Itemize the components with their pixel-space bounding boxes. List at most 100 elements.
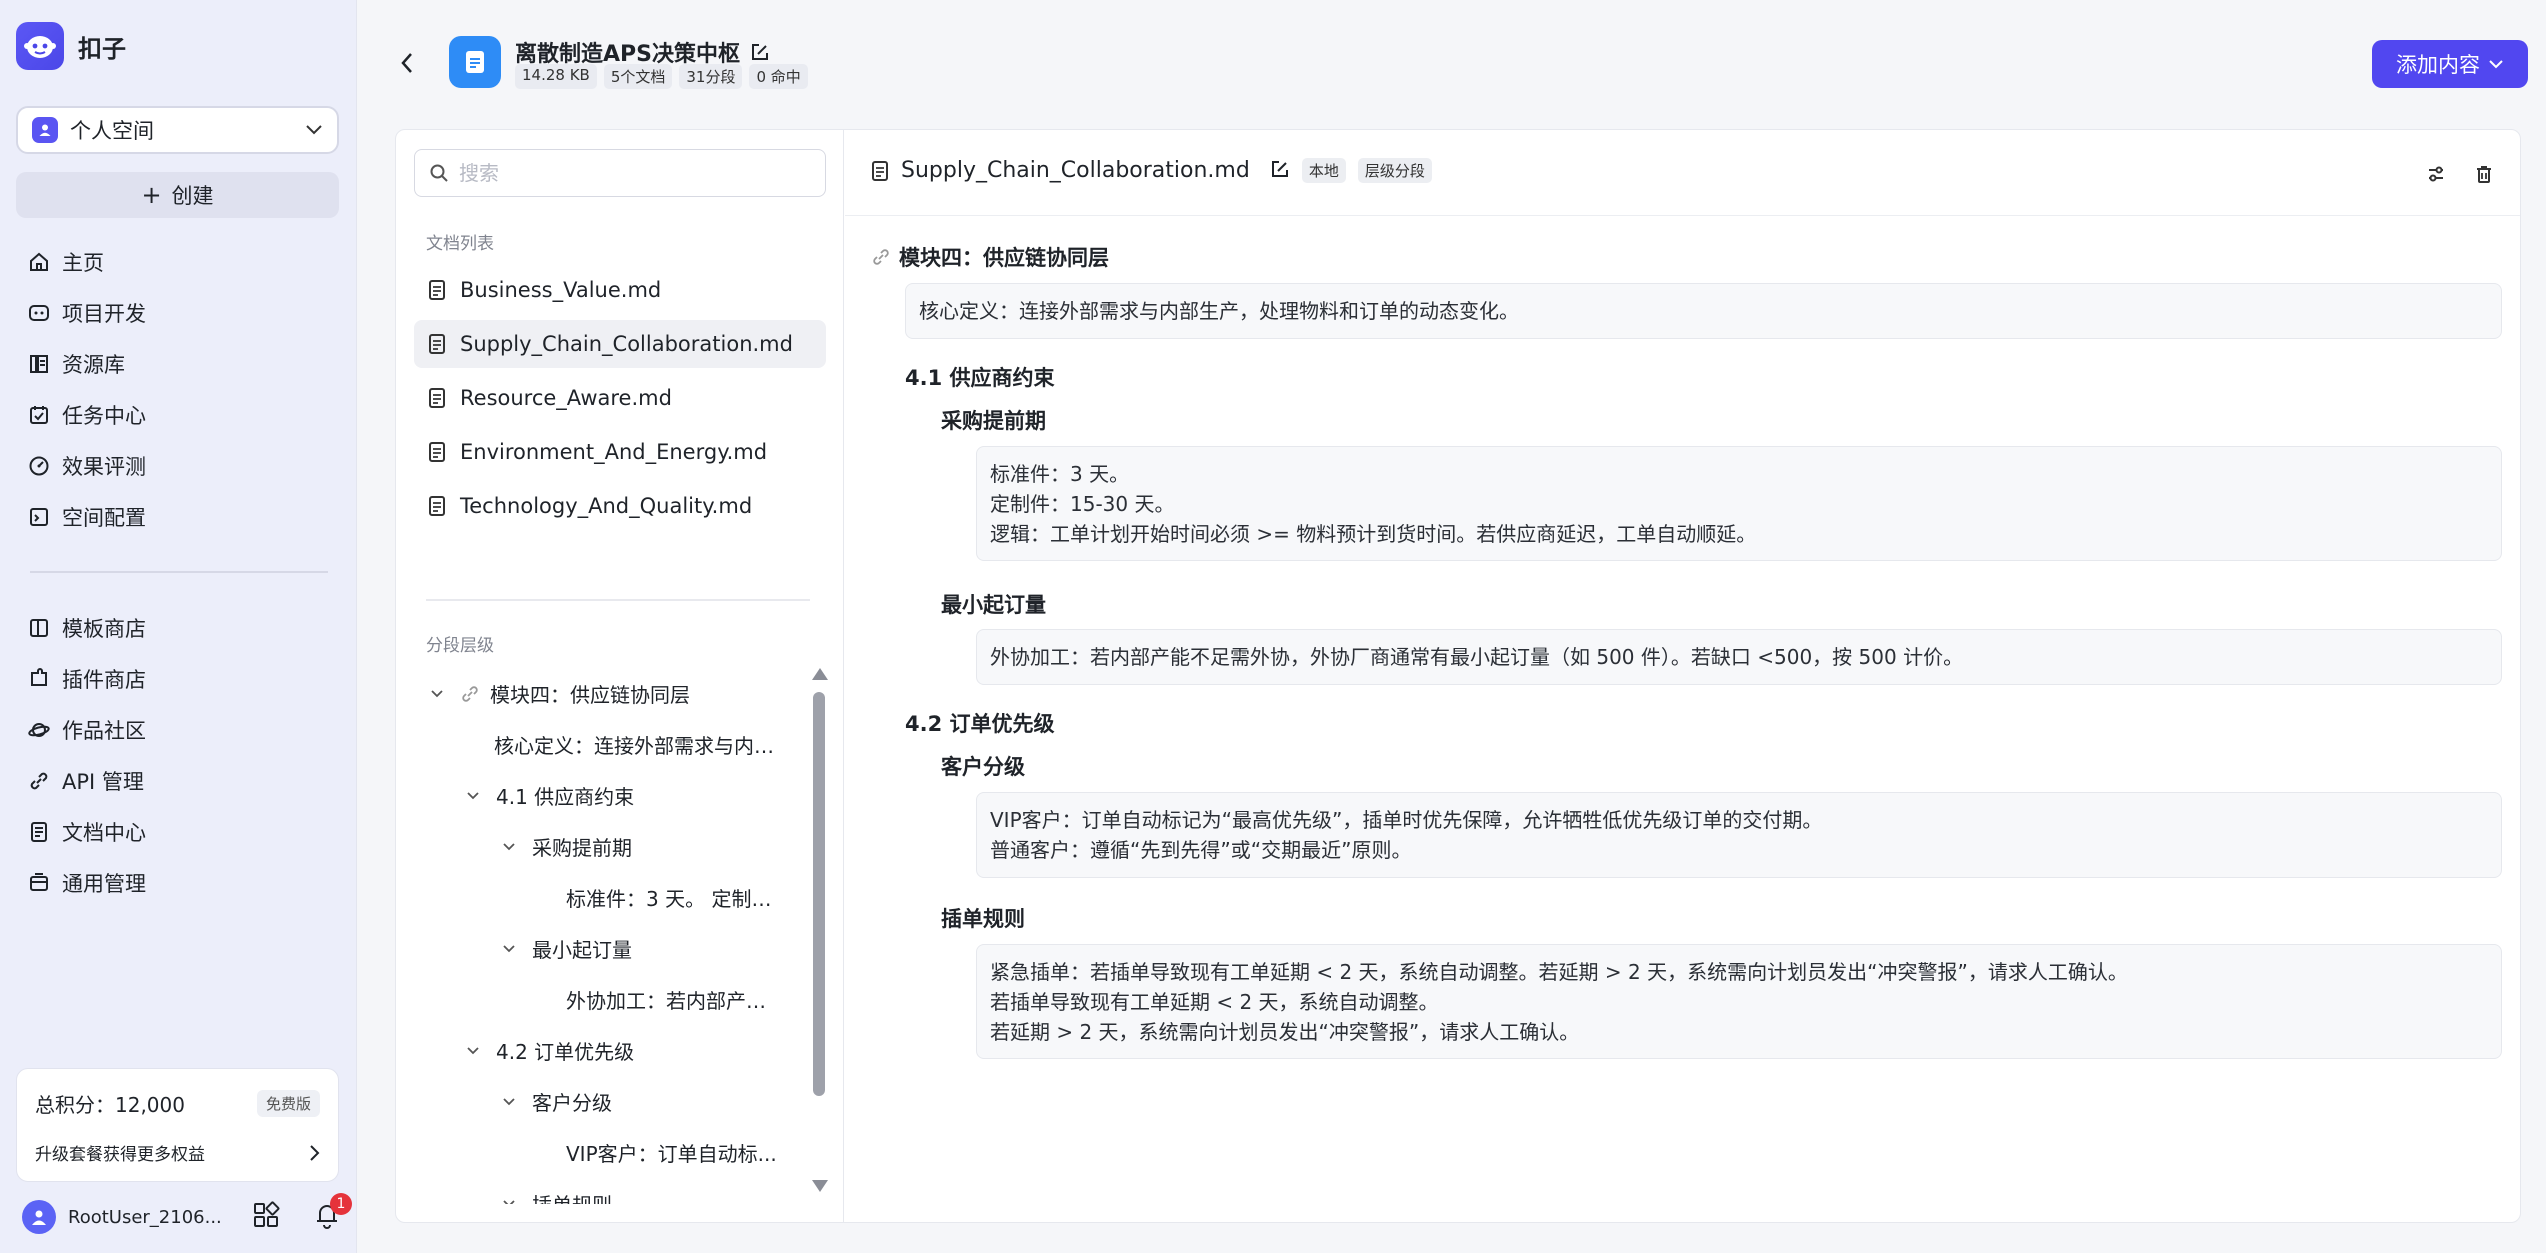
- doc-item-active[interactable]: Supply_Chain_Collaboration.md: [414, 320, 826, 368]
- file-icon: [429, 334, 445, 354]
- doc-title: Supply_Chain_Collaboration.md: [901, 158, 1250, 183]
- delete-icon[interactable]: [2474, 164, 2494, 188]
- segment-settings-icon[interactable]: [2426, 164, 2446, 188]
- chevron-down-icon[interactable]: [498, 1097, 520, 1106]
- settings-folder-icon: [30, 507, 48, 526]
- space-selector[interactable]: 个人空间: [16, 106, 339, 154]
- knowledge-base-icon: [449, 36, 501, 88]
- file-icon: [429, 280, 445, 300]
- tree-node[interactable]: 核心定义：连接外部需求与内部生产...: [414, 719, 812, 770]
- doc-center-icon: [31, 821, 47, 842]
- upgrade-link[interactable]: 升级套餐获得更多权益: [35, 1140, 320, 1165]
- nav-item-library[interactable]: 资源库: [16, 338, 339, 389]
- brand[interactable]: 扣子: [16, 22, 126, 70]
- project-icon: [29, 304, 49, 321]
- nav-label: 项目开发: [62, 301, 146, 326]
- tree-node[interactable]: 4.2 订单优先级: [414, 1025, 812, 1076]
- subheading-lead-time: 采购提前期: [941, 409, 1046, 433]
- apps-grid-icon[interactable]: [252, 1201, 280, 1233]
- plus-icon: +: [141, 181, 162, 209]
- tree-node[interactable]: VIP客户：订单自动标...: [414, 1127, 812, 1178]
- nav-item-project[interactable]: 项目开发: [16, 287, 339, 338]
- nav-item-plugin-store[interactable]: 插件商店: [16, 653, 339, 704]
- doc-name: Business_Value.md: [460, 278, 662, 302]
- nav-item-docs[interactable]: 文档中心: [16, 806, 339, 857]
- file-icon: [429, 388, 445, 408]
- lead-time-block[interactable]: 标准件：3 天。 定制件：15-30 天。 逻辑：工单计划开始时间必须 >= 物…: [976, 446, 2502, 561]
- brand-logo-icon: [16, 22, 64, 70]
- scroll-up-arrow[interactable]: [812, 668, 828, 680]
- edit-icon[interactable]: [1270, 159, 1290, 183]
- space-label: 个人空间: [70, 119, 154, 143]
- tree-node[interactable]: 最小起订量: [414, 923, 812, 974]
- chevron-down-icon: [2489, 60, 2503, 69]
- search-icon: [430, 164, 448, 182]
- tree-node[interactable]: 标准件：3 天。 定制件...: [414, 872, 812, 923]
- meta-size: 14.28 KB: [515, 64, 597, 89]
- tree-node-text: VIP客户：订单自动标...: [566, 1142, 777, 1166]
- nav-item-tasks[interactable]: 任务中心: [16, 389, 339, 440]
- home-icon: [30, 252, 48, 271]
- brand-name: 扣子: [78, 34, 126, 63]
- nav-item-evaluation[interactable]: 效果评测: [16, 440, 339, 491]
- tree-node-text: 外协加工：若内部产能...: [566, 989, 784, 1013]
- nav-label: 空间配置: [62, 505, 146, 530]
- nav-item-template-store[interactable]: 模板商店: [16, 602, 339, 653]
- nav-item-home[interactable]: 主页: [16, 236, 339, 287]
- plan-badge: 免费版: [256, 1090, 320, 1117]
- core-definition-block[interactable]: 核心定义：连接外部需求与内部生产，处理物料和订单的动态变化。: [905, 283, 2502, 339]
- customer-tier-block[interactable]: VIP客户：订单自动标记为“最高优先级”，插单时优先保障，允许牺牲低优先级订单的…: [976, 792, 2502, 878]
- tree-node[interactable]: 4.1 供应商约束: [414, 770, 812, 821]
- tree-node[interactable]: 外协加工：若内部产能...: [414, 974, 812, 1025]
- insert-rules-block[interactable]: 紧急插单：若插单导致现有工单延期 < 2 天，系统自动调整。若延期 > 2 天，…: [976, 944, 2502, 1059]
- doc-item[interactable]: Business_Value.md: [414, 266, 826, 314]
- library-icon: [30, 354, 48, 373]
- nav-item-space-config[interactable]: 空间配置: [16, 491, 339, 542]
- scroll-thumb[interactable]: [813, 692, 825, 1096]
- subheading-insert-rules: 插单规则: [941, 907, 1025, 931]
- tree-node[interactable]: 采购提前期: [414, 821, 812, 872]
- user-name[interactable]: RootUser_2106...: [68, 1207, 228, 1228]
- notification-bell-icon[interactable]: 1: [314, 1193, 352, 1233]
- add-content-button[interactable]: 添加内容: [2372, 40, 2528, 88]
- chevron-down-icon[interactable]: [426, 689, 448, 698]
- tree-node[interactable]: 客户分级: [414, 1076, 812, 1127]
- tree-node[interactable]: 模块四：供应链协同层: [414, 668, 812, 719]
- nav-item-api[interactable]: API 管理: [16, 755, 339, 806]
- segment-tree-label: 分段层级: [426, 636, 494, 656]
- nav-label: 资源库: [62, 352, 125, 377]
- nav-label: 插件商店: [62, 667, 146, 692]
- create-button[interactable]: + 创建: [16, 172, 339, 218]
- chevron-down-icon[interactable]: [462, 1046, 484, 1055]
- avatar[interactable]: [22, 1200, 56, 1234]
- chevron-down-icon[interactable]: [498, 842, 520, 851]
- chevron-down-icon[interactable]: [498, 1199, 520, 1204]
- tree-node-text: 采购提前期: [532, 836, 632, 860]
- edit-icon[interactable]: [750, 42, 770, 62]
- scroll-down-arrow[interactable]: [812, 1180, 828, 1192]
- chevron-down-icon[interactable]: [462, 791, 484, 800]
- nav-item-community[interactable]: 作品社区: [16, 704, 339, 755]
- moq-block[interactable]: 外协加工：若内部产能不足需外协，外协厂商通常有最小起订量（如 500 件）。若缺…: [976, 629, 2502, 685]
- doc-item[interactable]: Resource_Aware.md: [414, 374, 826, 422]
- nav-label: 文档中心: [62, 820, 146, 845]
- tree-node-text: 客户分级: [532, 1091, 612, 1115]
- tree-node[interactable]: 插单规则: [414, 1178, 812, 1204]
- nav-label: 作品社区: [62, 718, 146, 743]
- nav-divider: [30, 571, 328, 573]
- search-input[interactable]: [459, 161, 799, 185]
- lead-line: 标准件：3 天。: [990, 462, 1130, 486]
- tree-scrollbar[interactable]: [809, 668, 829, 1192]
- nav-item-general[interactable]: 通用管理: [16, 857, 339, 908]
- doc-item[interactable]: Environment_And_Energy.md: [414, 428, 826, 476]
- search-box[interactable]: [414, 149, 826, 197]
- file-icon: [429, 442, 445, 462]
- back-arrow-icon[interactable]: [399, 50, 415, 80]
- nav-label: 任务中心: [62, 403, 146, 428]
- doc-item[interactable]: Technology_And_Quality.md: [414, 482, 826, 530]
- chevron-down-icon[interactable]: [498, 944, 520, 953]
- user-bar: RootUser_2106... 1: [22, 1193, 352, 1234]
- tree-node-text: 插单规则: [532, 1189, 612, 1204]
- document-viewer: Supply_Chain_Collaboration.md 本地 层级分段 模块…: [845, 130, 2520, 1222]
- subheading-moq: 最小起订量: [941, 593, 1046, 617]
